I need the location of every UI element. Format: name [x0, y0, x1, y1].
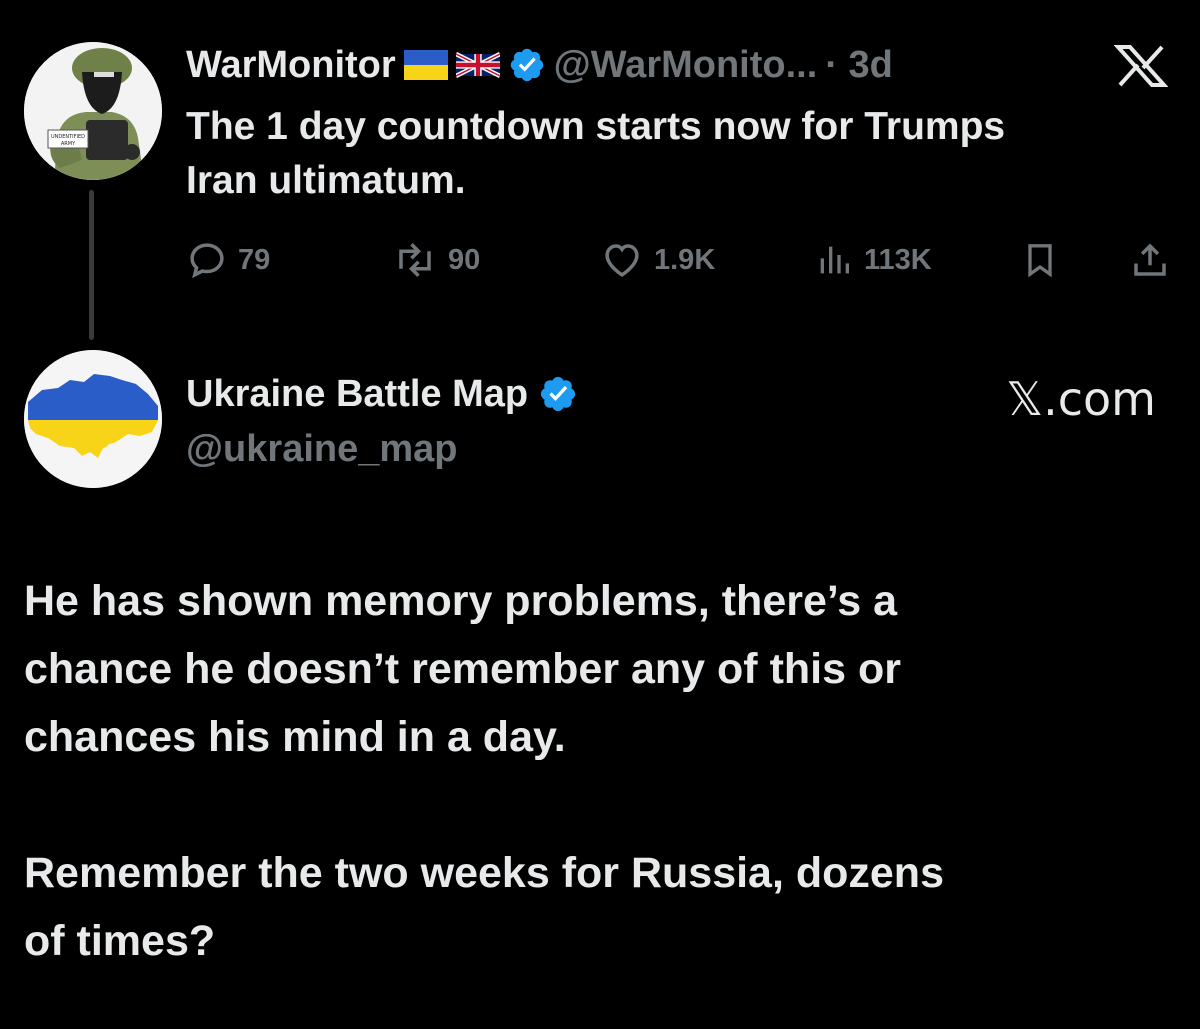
reply-bubble-icon: [190, 243, 224, 279]
views-button[interactable]: 113K: [814, 238, 932, 282]
share-button[interactable]: [1128, 238, 1172, 282]
ukraine-flag-icon: [403, 50, 448, 80]
soldier-avatar-icon: UNDENTIFIED ARMY: [24, 42, 162, 180]
reply-text-line: of times?: [24, 917, 216, 965]
tweet-text-line: Iran ultimatum.: [186, 159, 466, 202]
avatar-ukraine-battle-map[interactable]: [24, 350, 162, 488]
like-count: 1.9K: [654, 243, 716, 276]
tweet-time[interactable]: · 3d: [825, 44, 893, 87]
author-handle[interactable]: @WarMonito...: [554, 44, 818, 87]
bookmark-button[interactable]: [1020, 238, 1060, 282]
bookmark-icon: [1028, 244, 1052, 278]
reply-text-line: Remember the two weeks for Russia, dozen…: [24, 849, 944, 897]
reply-header: Ukraine Battle Map: [186, 368, 578, 420]
avatar-patch-text: UNDENTIFIED: [51, 134, 85, 140]
verified-badge-icon: [510, 48, 543, 82]
tweet-header: WarMonitor @WarMonito... · 3d: [186, 40, 893, 90]
views-bar-chart-icon: [820, 246, 849, 274]
ukraine-map-icon: [24, 350, 162, 488]
reply-author-name[interactable]: Ukraine Battle Map: [186, 373, 528, 416]
reply-author-handle[interactable]: @ukraine_map: [186, 428, 458, 471]
x-logo-icon[interactable]: [1114, 44, 1168, 88]
reply-button[interactable]: 79: [186, 238, 270, 282]
brand-xcom[interactable]: 𝕏.com: [980, 372, 1156, 426]
tweet-text-line: The 1 day countdown starts now for Trump…: [186, 105, 1006, 148]
heart-icon: [605, 244, 639, 277]
repost-count: 90: [448, 243, 481, 276]
tweet-body: The 1 day countdown starts now for Trump…: [186, 100, 1176, 208]
repost-button[interactable]: 90: [392, 238, 480, 282]
verified-badge-icon: [541, 376, 576, 412]
views-count: 113K: [864, 243, 932, 276]
repost-icon: [399, 243, 431, 277]
reply-text-line: chances his mind in a day.: [24, 713, 566, 761]
avatar-warmonitor[interactable]: UNDENTIFIED ARMY: [24, 42, 162, 180]
reply-count: 79: [238, 243, 271, 276]
svg-text:ARMY: ARMY: [61, 141, 76, 147]
reply-text-line: chance he doesn’t remember any of this o…: [24, 645, 901, 693]
like-button[interactable]: 1.9K: [600, 238, 715, 282]
uk-flag-icon: [455, 52, 500, 78]
share-upload-icon: [1134, 243, 1166, 276]
author-name[interactable]: WarMonitor: [186, 44, 396, 87]
reply-body: He has shown memory problems, there’s a …: [24, 567, 1184, 975]
reply-text-line: He has shown memory problems, there’s a: [24, 577, 898, 625]
thread-connector-line: [89, 190, 94, 340]
